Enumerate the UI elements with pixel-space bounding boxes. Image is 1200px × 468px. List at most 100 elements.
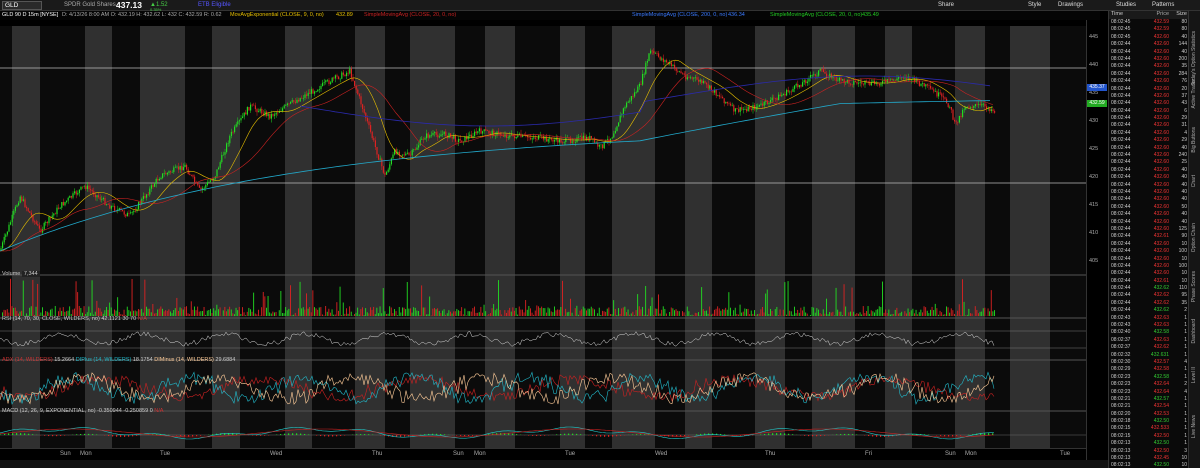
time-sales-row[interactable]: 08:02:44 432.60 37 — [1109, 93, 1188, 100]
sidebar-tab[interactable]: Phase Scores — [1191, 271, 1197, 302]
time-sales-row[interactable]: 08:02:43 432.63 1 — [1109, 315, 1188, 322]
time-sales-row[interactable]: 08:02:44 432.61 10 — [1109, 278, 1188, 285]
chart-scroll-strip[interactable] — [0, 460, 1108, 468]
time-sales-row[interactable]: 08:02:44 432.62 2 — [1109, 307, 1188, 314]
time-sales-row[interactable]: 08:02:44 432.60 10 — [1109, 256, 1188, 263]
studies-button[interactable]: Studies — [1116, 2, 1136, 8]
time-sales-row[interactable]: 08:02:44 432.60 29 — [1109, 115, 1188, 122]
ema-label[interactable]: MovAvgExponential (CLOSE, 9, 0, no) — [230, 12, 324, 18]
sma3-label[interactable]: SimpleMovingAvg (CLOSE, 20, 0, no) — [770, 12, 862, 18]
sma2-label[interactable]: SimpleMovingAvg (CLOSE, 200, 0, no) — [632, 12, 727, 18]
time-sales-row[interactable]: 08:02:44 432.60 284 — [1109, 71, 1188, 78]
time-sales-row[interactable]: 08:02:44 432.60 20 — [1109, 86, 1188, 93]
sma1-label[interactable]: SimpleMovingAvg (CLOSE, 20, 0, no) — [364, 12, 456, 18]
symbol-input[interactable]: GLD — [2, 1, 42, 10]
header-size[interactable]: Size — [1169, 11, 1187, 19]
time-sales-row[interactable]: 08:02:44 432.60 40 — [1109, 196, 1188, 203]
time-sales-row[interactable]: 08:02:44 432.60 40 — [1109, 174, 1188, 181]
time-sales-row[interactable]: 08:02:37 432.63 1 — [1109, 337, 1188, 344]
macd-histogram-bar — [88, 433, 90, 435]
time-sales-row[interactable]: 08:02:37 432.62 1 — [1109, 344, 1188, 351]
style-button[interactable]: Style — [1028, 2, 1041, 8]
volume-bar — [990, 290, 992, 316]
sidebar-tab[interactable]: Active Trader — [1191, 79, 1197, 108]
sidebar-tab[interactable]: Today's Option Statistics — [1191, 31, 1197, 85]
time-sales-row[interactable]: 08:02:44 432.60 4 — [1109, 130, 1188, 137]
time-sales-row[interactable]: 08:02:45 432.59 80 — [1109, 19, 1188, 26]
time-sales-row[interactable]: 08:02:43 432.63 1 — [1109, 322, 1188, 329]
sidebar-tab[interactable]: Chart — [1191, 175, 1197, 187]
time-sales-row[interactable]: 08:02:44 432.60 10 — [1109, 241, 1188, 248]
time-sales-row[interactable]: 08:02:44 432.60 200 — [1109, 56, 1188, 63]
time-sales-row[interactable]: 08:02:44 432.60 100 — [1109, 263, 1188, 270]
time-sales-row[interactable]: 08:02:32 432.631 1 — [1109, 352, 1188, 359]
candle-body — [528, 137, 530, 138]
candle-body — [795, 84, 797, 86]
time-sales-row[interactable]: 08:02:21 432.54 1 — [1109, 403, 1188, 410]
candle-body — [630, 96, 632, 101]
time-sales-row[interactable]: 08:02:44 432.60 40 — [1109, 182, 1188, 189]
time-sales-row[interactable]: 08:02:40 432.58 1 — [1109, 329, 1188, 336]
time-sales-row[interactable]: 08:02:44 432.60 40 — [1109, 219, 1188, 226]
time-sales-row[interactable]: 08:02:44 432.61 90 — [1109, 233, 1188, 240]
time-sales-row[interactable]: 08:02:44 432.60 144 — [1109, 41, 1188, 48]
time-sales-row[interactable]: 08:02:44 432.62 35 — [1109, 300, 1188, 307]
time-sales-row[interactable]: 08:02:44 432.60 31 — [1109, 122, 1188, 129]
time-sales-row[interactable]: 08:02:15 432.533 1 — [1109, 425, 1188, 432]
candle-body — [803, 80, 805, 83]
time-sales-row[interactable]: 08:02:44 432.60 40 — [1109, 167, 1188, 174]
time-sales-row[interactable]: 08:02:29 432.58 1 — [1109, 366, 1188, 373]
time-sales-row[interactable]: 08:02:44 432.60 25 — [1109, 159, 1188, 166]
time-sales-row[interactable]: 08:02:45 432.59 80 — [1109, 26, 1188, 33]
time-sales-row[interactable]: 08:02:23 432.64 4 — [1109, 389, 1188, 396]
sidebar-tab[interactable]: Dashboard — [1191, 319, 1197, 343]
time-sales-row[interactable]: 08:02:44 432.62 95 — [1109, 292, 1188, 299]
time-sales-row[interactable]: 08:02:44 432.60 43 — [1109, 100, 1188, 107]
candle-body — [672, 64, 674, 66]
time-sales-row[interactable]: 08:02:44 432.60 240 — [1109, 152, 1188, 159]
candle-body — [125, 214, 127, 217]
time-sales-row[interactable]: 08:02:13 432.50 3 — [1109, 448, 1188, 455]
time-sales-row[interactable]: 08:02:15 432.50 1 — [1109, 433, 1188, 440]
time-sales-row[interactable]: 08:02:44 432.60 6 — [1109, 108, 1188, 115]
header-price[interactable]: Price — [1141, 11, 1169, 19]
time-sales-row[interactable]: 08:02:23 432.58 1 — [1109, 374, 1188, 381]
time-sales-row[interactable]: 08:02:13 432.50 10 — [1109, 462, 1188, 468]
candle-body — [741, 107, 743, 110]
time-sales-row[interactable]: 08:02:44 432.62 110 — [1109, 285, 1188, 292]
share-button[interactable]: Share — [938, 2, 954, 8]
time-sales-row[interactable]: 08:02:21 432.57 1 — [1109, 396, 1188, 403]
sidebar-tab[interactable]: Big Buttons — [1191, 127, 1197, 153]
chart-canvas[interactable] — [0, 20, 1086, 460]
time-sales-row[interactable]: 08:02:44 432.60 40 — [1109, 211, 1188, 218]
study-header: GLD 90 D 15m [NYSE] D: 4/13/26 8:00 AM O… — [0, 11, 1100, 20]
volume-bar — [304, 309, 306, 316]
time-axis[interactable]: Sun Mon Tue Wed Thu Sun Mon Tue Wed Thu Fri Sun Mon T… — [0, 448, 1086, 460]
volume-bar — [981, 311, 983, 316]
time-sales-row[interactable]: 08:02:23 432.64 2 — [1109, 381, 1188, 388]
time-sales-row[interactable]: 08:02:44 432.60 40 — [1109, 49, 1188, 56]
time-sales-row[interactable]: 08:02:44 432.60 40 — [1109, 145, 1188, 152]
price-axis[interactable]: 445 440 435 430 425 420 415 410 405 435.37 432.59 — [1086, 20, 1108, 460]
time-sales-row[interactable]: 08:02:44 432.60 40 — [1109, 189, 1188, 196]
time-sales-row[interactable]: 08:02:44 432.60 10 — [1109, 270, 1188, 277]
time-sales-row[interactable]: 08:02:44 432.60 50 — [1109, 204, 1188, 211]
time-sales-row[interactable]: 08:02:20 432.53 1 — [1109, 411, 1188, 418]
time-sales-row[interactable]: 08:02:30 432.57 4 — [1109, 359, 1188, 366]
time-sales-row[interactable]: 08:02:45 432.60 40 — [1109, 34, 1188, 41]
time-sales-row[interactable]: 08:02:18 432.50 1 — [1109, 418, 1188, 425]
time-sales-row[interactable]: 08:02:13 432.50 1 — [1109, 440, 1188, 447]
sidebar-tab[interactable]: Level II — [1191, 367, 1197, 383]
time-sales-row[interactable]: 08:02:44 432.60 100 — [1109, 248, 1188, 255]
sidebar-tab[interactable]: Live News — [1191, 415, 1197, 438]
volume-bar — [771, 310, 773, 316]
drawings-button[interactable]: Drawings — [1058, 2, 1083, 8]
header-time[interactable]: Time — [1109, 11, 1141, 19]
time-sales-row[interactable]: 08:02:44 432.60 125 — [1109, 226, 1188, 233]
time-sales-row[interactable]: 08:02:13 432.45 10 — [1109, 455, 1188, 462]
sidebar-tab[interactable]: Option Chain — [1191, 223, 1197, 252]
patterns-button[interactable]: Patterns — [1152, 2, 1174, 8]
time-sales-row[interactable]: 08:02:44 432.60 29 — [1109, 137, 1188, 144]
time-sales-row[interactable]: 08:02:44 432.60 76 — [1109, 78, 1188, 85]
time-sales-row[interactable]: 08:02:44 432.60 35 — [1109, 63, 1188, 70]
